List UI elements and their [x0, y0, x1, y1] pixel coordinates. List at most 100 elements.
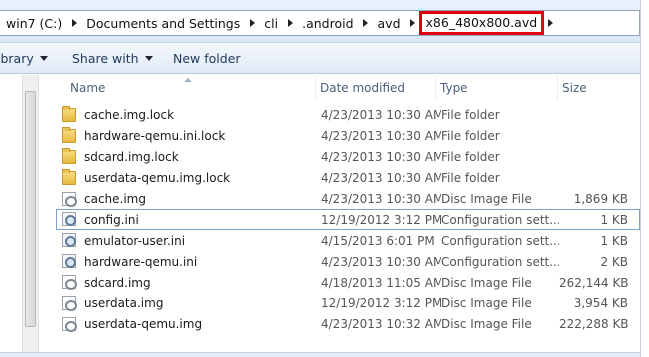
- file-type: Configuration sett...: [441, 254, 559, 269]
- file-row-config-ini[interactable]: config.ini 12/19/2012 3:12 PM Configurat…: [56, 209, 640, 231]
- file-row-cache-img[interactable]: cache.img 4/23/2013 10:30 AM Disc Image …: [56, 189, 640, 210]
- file-name: sdcard.img.lock: [84, 150, 179, 165]
- file-name: cache.img.lock: [84, 108, 175, 123]
- file-row-hardware-qemu-ini[interactable]: hardware-qemu.ini 4/23/2013 10:30 AM Con…: [56, 251, 640, 272]
- file-date: 4/18/2013 11:05 AM: [321, 275, 441, 290]
- file-name: userdata-qemu.img: [84, 317, 203, 332]
- breadcrumb-item-documents-and-settings[interactable]: Documents and Settings: [80, 11, 246, 35]
- breadcrumb-item-android[interactable]: .android: [296, 11, 359, 35]
- file-name: hardware-qemu.ini.lock: [84, 129, 226, 144]
- file-date: 4/23/2013 10:30 AM: [321, 171, 441, 186]
- file-date: 4/23/2013 10:32 AM: [321, 317, 441, 332]
- file-type: File folder: [441, 150, 500, 165]
- file-row-userdata-qemu-img-lock[interactable]: userdata-qemu.img.lock 4/23/2013 10:30 A…: [56, 168, 640, 189]
- column-header-label: Date modified: [320, 81, 406, 95]
- breadcrumb-item-avd[interactable]: avd: [372, 11, 407, 35]
- breadcrumb-item-current[interactable]: x86_480x800.avd: [418, 11, 545, 35]
- file-row-sdcard-img[interactable]: sdcard.img 4/18/2013 11:05 AM Disc Image…: [56, 272, 640, 293]
- share-with-label: Share with: [72, 50, 139, 66]
- scrollbar-thumb[interactable]: [25, 91, 36, 327]
- file-size: 262,144 KB: [559, 275, 628, 290]
- column-header-type[interactable]: Type: [436, 75, 558, 101]
- file-type: Disc Image File: [441, 317, 532, 332]
- breadcrumb-chevron-icon[interactable]: [407, 11, 419, 35]
- include-in-library-button[interactable]: ibrary: [0, 43, 48, 73]
- file-date: 12/19/2012 3:12 PM: [321, 212, 441, 227]
- file-name: userdata.img: [84, 296, 164, 311]
- file-size: 3,954 KB: [573, 296, 628, 311]
- breadcrumb-label: avd: [377, 15, 401, 31]
- file-name: hardware-qemu.ini: [84, 254, 198, 269]
- library-label: ibrary: [0, 50, 34, 66]
- disc-image-icon: [62, 296, 77, 312]
- file-row-emulator-user-ini[interactable]: emulator-user.ini 4/15/2013 6:01 PM Conf…: [56, 230, 640, 251]
- file-size: 2 KB: [600, 254, 628, 269]
- folder-icon: [62, 126, 76, 143]
- folder-icon: [62, 168, 76, 185]
- breadcrumb-label: Documents and Settings: [86, 15, 241, 31]
- config-file-icon: [62, 233, 76, 248]
- column-header-size[interactable]: Size: [558, 75, 638, 101]
- breadcrumb-chevron-icon[interactable]: [544, 11, 556, 35]
- file-name: userdata-qemu.img.lock: [84, 171, 231, 186]
- folder-icon: [62, 106, 76, 122]
- config-file-icon: [62, 212, 76, 227]
- column-header-row: Name Date modified Type Size: [56, 75, 640, 101]
- breadcrumb[interactable]: win7 (C:) Documents and Settings cli .an…: [0, 10, 640, 36]
- file-size: 1,869 KB: [573, 192, 628, 206]
- folder-icon: [62, 147, 76, 164]
- address-bar: win7 (C:) Documents and Settings cli .an…: [0, 0, 642, 43]
- new-folder-button[interactable]: New folder: [173, 43, 241, 73]
- disc-image-icon: [62, 191, 77, 207]
- breadcrumb-label: win7 (C:): [6, 15, 63, 31]
- breadcrumb-label-highlighted: x86_480x800.avd: [418, 11, 545, 35]
- breadcrumb-chevron-icon[interactable]: [284, 11, 296, 35]
- window-bottom-edge: [0, 352, 640, 357]
- file-date: 4/23/2013 10:30 AM: [321, 192, 441, 206]
- file-row-sdcard-img-lock[interactable]: sdcard.img.lock 4/23/2013 10:30 AM File …: [56, 147, 640, 168]
- file-type: File folder: [441, 129, 500, 144]
- dropdown-caret-icon: [144, 55, 153, 61]
- window-right-edge: [640, 0, 649, 357]
- column-header-name[interactable]: Name: [66, 75, 316, 101]
- breadcrumb-label: cli: [264, 15, 279, 31]
- file-type: Configuration sett...: [441, 233, 559, 248]
- column-header-label: Type: [440, 81, 468, 95]
- file-name: config.ini: [84, 212, 139, 227]
- file-row-cache-img-lock[interactable]: cache.img.lock 4/23/2013 10:30 AM File f…: [56, 105, 640, 126]
- new-folder-label: New folder: [173, 50, 241, 66]
- breadcrumb-item-drive[interactable]: win7 (C:): [0, 11, 68, 35]
- file-name: sdcard.img: [84, 275, 151, 290]
- pane-splitter[interactable]: [38, 75, 56, 357]
- file-type: Disc Image File: [441, 275, 532, 290]
- config-file-icon: [62, 254, 76, 269]
- file-row-userdata-img[interactable]: userdata.img 12/19/2012 3:12 PM Disc Ima…: [56, 293, 640, 314]
- navigation-scrollbar[interactable]: [22, 75, 38, 357]
- file-list: cache.img.lock 4/23/2013 10:30 AM File f…: [56, 105, 640, 335]
- file-type: Disc Image File: [441, 296, 532, 311]
- column-header-label: Name: [70, 81, 106, 95]
- disc-image-icon: [62, 275, 77, 291]
- file-row-userdata-qemu-img[interactable]: userdata-qemu.img 4/23/2013 10:32 AM Dis…: [56, 314, 640, 335]
- file-name: emulator-user.ini: [84, 233, 186, 248]
- disc-image-icon: [62, 316, 77, 332]
- file-date: 4/23/2013 10:30 AM: [321, 150, 441, 165]
- breadcrumb-chevron-icon[interactable]: [68, 11, 80, 35]
- file-size: 222,288 KB: [559, 317, 628, 332]
- breadcrumb-chevron-icon[interactable]: [246, 11, 258, 35]
- breadcrumb-item-cli[interactable]: cli: [258, 11, 284, 35]
- file-size: 1 KB: [600, 212, 628, 227]
- file-date: 4/23/2013 10:30 AM: [321, 254, 441, 269]
- file-row-hardware-qemu-ini-lock[interactable]: hardware-qemu.ini.lock 4/23/2013 10:30 A…: [56, 126, 640, 147]
- file-type: File folder: [441, 108, 500, 123]
- column-header-date-modified[interactable]: Date modified: [316, 75, 436, 101]
- file-date: 4/23/2013 10:30 AM: [321, 129, 441, 144]
- dropdown-caret-icon: [39, 55, 48, 61]
- breadcrumb-chevron-icon[interactable]: [360, 11, 372, 35]
- file-date: 4/15/2013 6:01 PM: [321, 233, 435, 248]
- file-name: cache.img: [84, 192, 146, 206]
- command-bar: ibrary Share with New folder: [0, 43, 642, 74]
- share-with-button[interactable]: Share with: [72, 43, 153, 73]
- file-date: 4/23/2013 10:30 AM: [321, 108, 441, 123]
- sort-ascending-icon: [184, 78, 192, 82]
